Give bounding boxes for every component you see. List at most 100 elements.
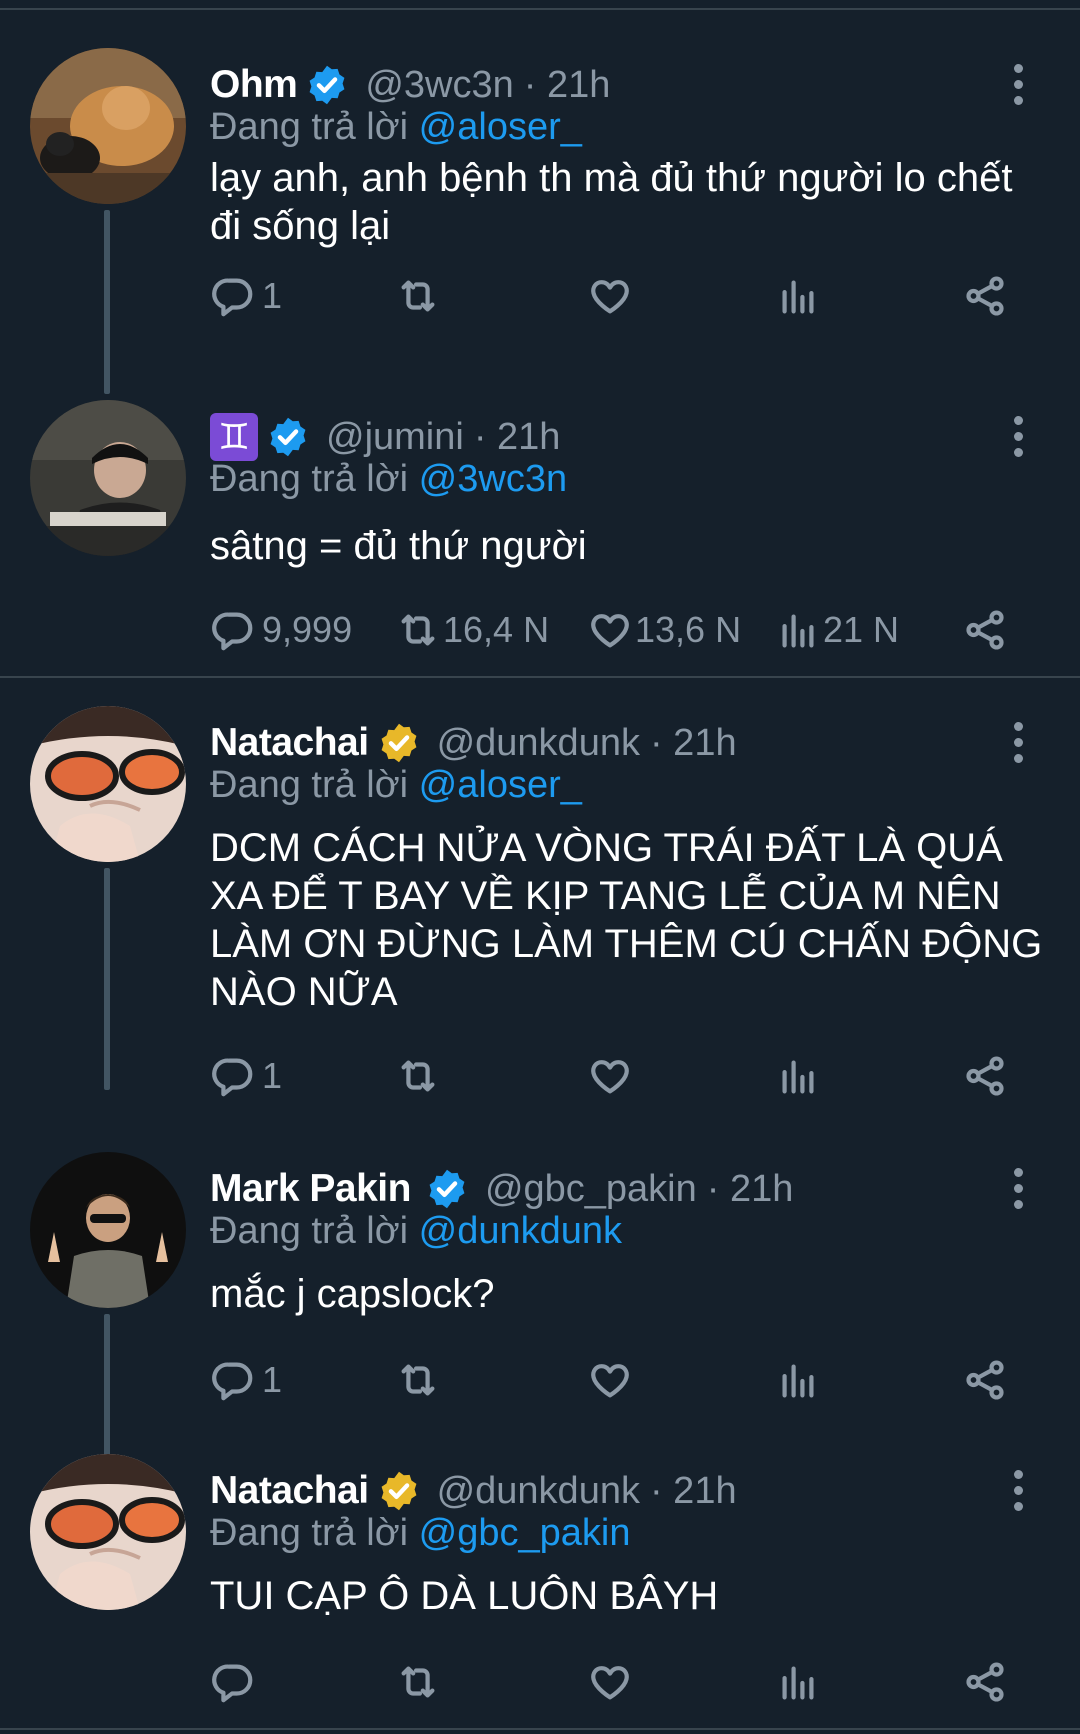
tweet-header: Ohm @3wc3n · 21h — [210, 58, 610, 112]
heart-icon — [587, 273, 633, 319]
retweet-icon — [395, 1357, 441, 1403]
reply-to-handle[interactable]: @aloser_ — [419, 764, 582, 806]
tweet-actions: 1 — [210, 1350, 1030, 1410]
display-name[interactable]: Mark Pakin — [210, 1167, 411, 1211]
timestamp[interactable]: · 21h — [474, 416, 561, 459]
display-name[interactable]: Ohm — [210, 63, 298, 107]
tweet-header: Mark Pakin @gbc_pakin · 21h — [210, 1162, 793, 1216]
username[interactable]: @dunkdunk — [437, 722, 640, 765]
share-button[interactable] — [962, 1046, 1008, 1106]
tweet-actions — [210, 1652, 1030, 1712]
more-options-icon[interactable] — [1000, 1158, 1036, 1218]
like-button[interactable] — [587, 266, 633, 326]
reply-to-handle[interactable]: @dunkdunk — [419, 1210, 622, 1252]
reply-to-handle[interactable]: @gbc_pakin — [419, 1512, 631, 1554]
tweet-text: DCM CÁCH NỬA VÒNG TRÁI ĐẤT LÀ QUÁ XA ĐỂ … — [210, 826, 1043, 1014]
reply-prefix: Đang trả lời — [210, 1210, 409, 1252]
tweet-text: sâtng = đủ thứ người — [210, 524, 587, 568]
replying-to: Đang trả lời @gbc_pakin — [210, 1512, 631, 1555]
avatar-jumini[interactable] — [30, 400, 186, 556]
like-button[interactable]: 13,6 N — [587, 600, 741, 660]
verified-gold-icon — [377, 721, 421, 765]
reply-button[interactable]: 1 — [210, 1046, 282, 1106]
username[interactable]: @gbc_pakin — [485, 1168, 697, 1211]
reply-icon — [210, 1053, 256, 1099]
avatar-natachai[interactable] — [30, 706, 186, 862]
username[interactable]: @dunkdunk — [437, 1470, 640, 1513]
reply-button[interactable]: 1 — [210, 266, 282, 326]
retweet-button[interactable] — [395, 1046, 441, 1106]
verified-gold-icon — [377, 1469, 421, 1513]
reply-to-handle[interactable]: @3wc3n — [419, 458, 567, 500]
share-button[interactable] — [962, 1652, 1008, 1712]
like-button[interactable] — [587, 1046, 633, 1106]
like-button[interactable] — [587, 1350, 633, 1410]
share-button[interactable] — [962, 600, 1008, 660]
username[interactable]: @3wc3n — [365, 64, 513, 107]
like-button[interactable] — [587, 1652, 633, 1712]
reply-count: 1 — [262, 275, 283, 316]
verified-blue-icon — [425, 1167, 469, 1211]
reply-count: 1 — [262, 1055, 283, 1096]
views-button[interactable] — [775, 266, 821, 326]
thread-line — [104, 1314, 110, 1474]
tweet-header: Natachai @dunkdunk · 21h — [210, 716, 737, 770]
timestamp[interactable]: · 21h — [650, 1470, 737, 1513]
timestamp[interactable]: · 21h — [524, 64, 611, 107]
display-name-gemini[interactable]: ♊ — [210, 413, 258, 461]
username[interactable]: @jumini — [326, 416, 464, 459]
heart-icon — [587, 1053, 633, 1099]
tweet-header: ♊ @jumini · 21h — [210, 410, 560, 464]
reply-button[interactable]: 1 — [210, 1350, 282, 1410]
retweet-button[interactable] — [395, 1652, 441, 1712]
reply-count: 1 — [262, 1359, 283, 1400]
more-options-icon[interactable] — [1000, 712, 1036, 772]
reply-button[interactable] — [210, 1652, 256, 1712]
retweet-button[interactable] — [395, 266, 441, 326]
retweet-button[interactable]: 16,4 N — [395, 600, 549, 660]
views-icon — [775, 273, 821, 319]
top-divider — [0, 0, 1080, 10]
display-name[interactable]: Natachai — [210, 1469, 369, 1513]
timestamp[interactable]: · 21h — [650, 722, 737, 765]
more-options-icon[interactable] — [1000, 54, 1036, 114]
reply-to-handle[interactable]: @aloser_ — [419, 106, 582, 148]
heart-icon — [587, 1357, 633, 1403]
tweet-actions: 1 — [210, 1046, 1030, 1106]
avatar-mark-pakin[interactable] — [30, 1152, 186, 1308]
reply-prefix: Đang trả lời — [210, 458, 409, 500]
views-button[interactable] — [775, 1350, 821, 1410]
reply-icon — [210, 273, 256, 319]
retweet-button[interactable] — [395, 1350, 441, 1410]
tweet-text: lạy anh, anh bệnh th mà đủ thứ người lo … — [210, 156, 1013, 248]
reply-icon — [210, 1357, 256, 1403]
avatar-ohm[interactable] — [30, 48, 186, 204]
reply-button[interactable]: 9,999 — [210, 600, 352, 660]
thread-divider — [0, 676, 1080, 678]
retweet-icon — [395, 1053, 441, 1099]
retweet-icon — [395, 273, 441, 319]
retweet-icon — [395, 1659, 441, 1705]
heart-icon — [587, 1659, 633, 1705]
share-button[interactable] — [962, 1350, 1008, 1410]
views-icon — [775, 1053, 821, 1099]
avatar-natachai[interactable] — [30, 1454, 186, 1610]
thread-line — [104, 210, 110, 394]
views-button[interactable]: 21 N — [775, 600, 899, 660]
tweet-actions: 1 — [210, 266, 1030, 326]
reply-icon — [210, 607, 256, 653]
views-button[interactable] — [775, 1652, 821, 1712]
retweet-count: 16,4 N — [443, 609, 550, 650]
display-name[interactable]: Natachai — [210, 721, 369, 765]
tweet-actions: 9,999 16,4 N 13,6 N 21 N — [210, 600, 1030, 660]
like-count: 13,6 N — [635, 609, 742, 650]
replying-to: Đang trả lời @3wc3n — [210, 458, 567, 501]
replying-to: Đang trả lời @aloser_ — [210, 106, 582, 149]
more-options-icon[interactable] — [1000, 1460, 1036, 1520]
more-options-icon[interactable] — [1000, 406, 1036, 466]
timestamp[interactable]: · 21h — [707, 1168, 794, 1211]
views-icon — [775, 607, 821, 653]
retweet-icon — [395, 607, 441, 653]
views-button[interactable] — [775, 1046, 821, 1106]
share-button[interactable] — [962, 266, 1008, 326]
